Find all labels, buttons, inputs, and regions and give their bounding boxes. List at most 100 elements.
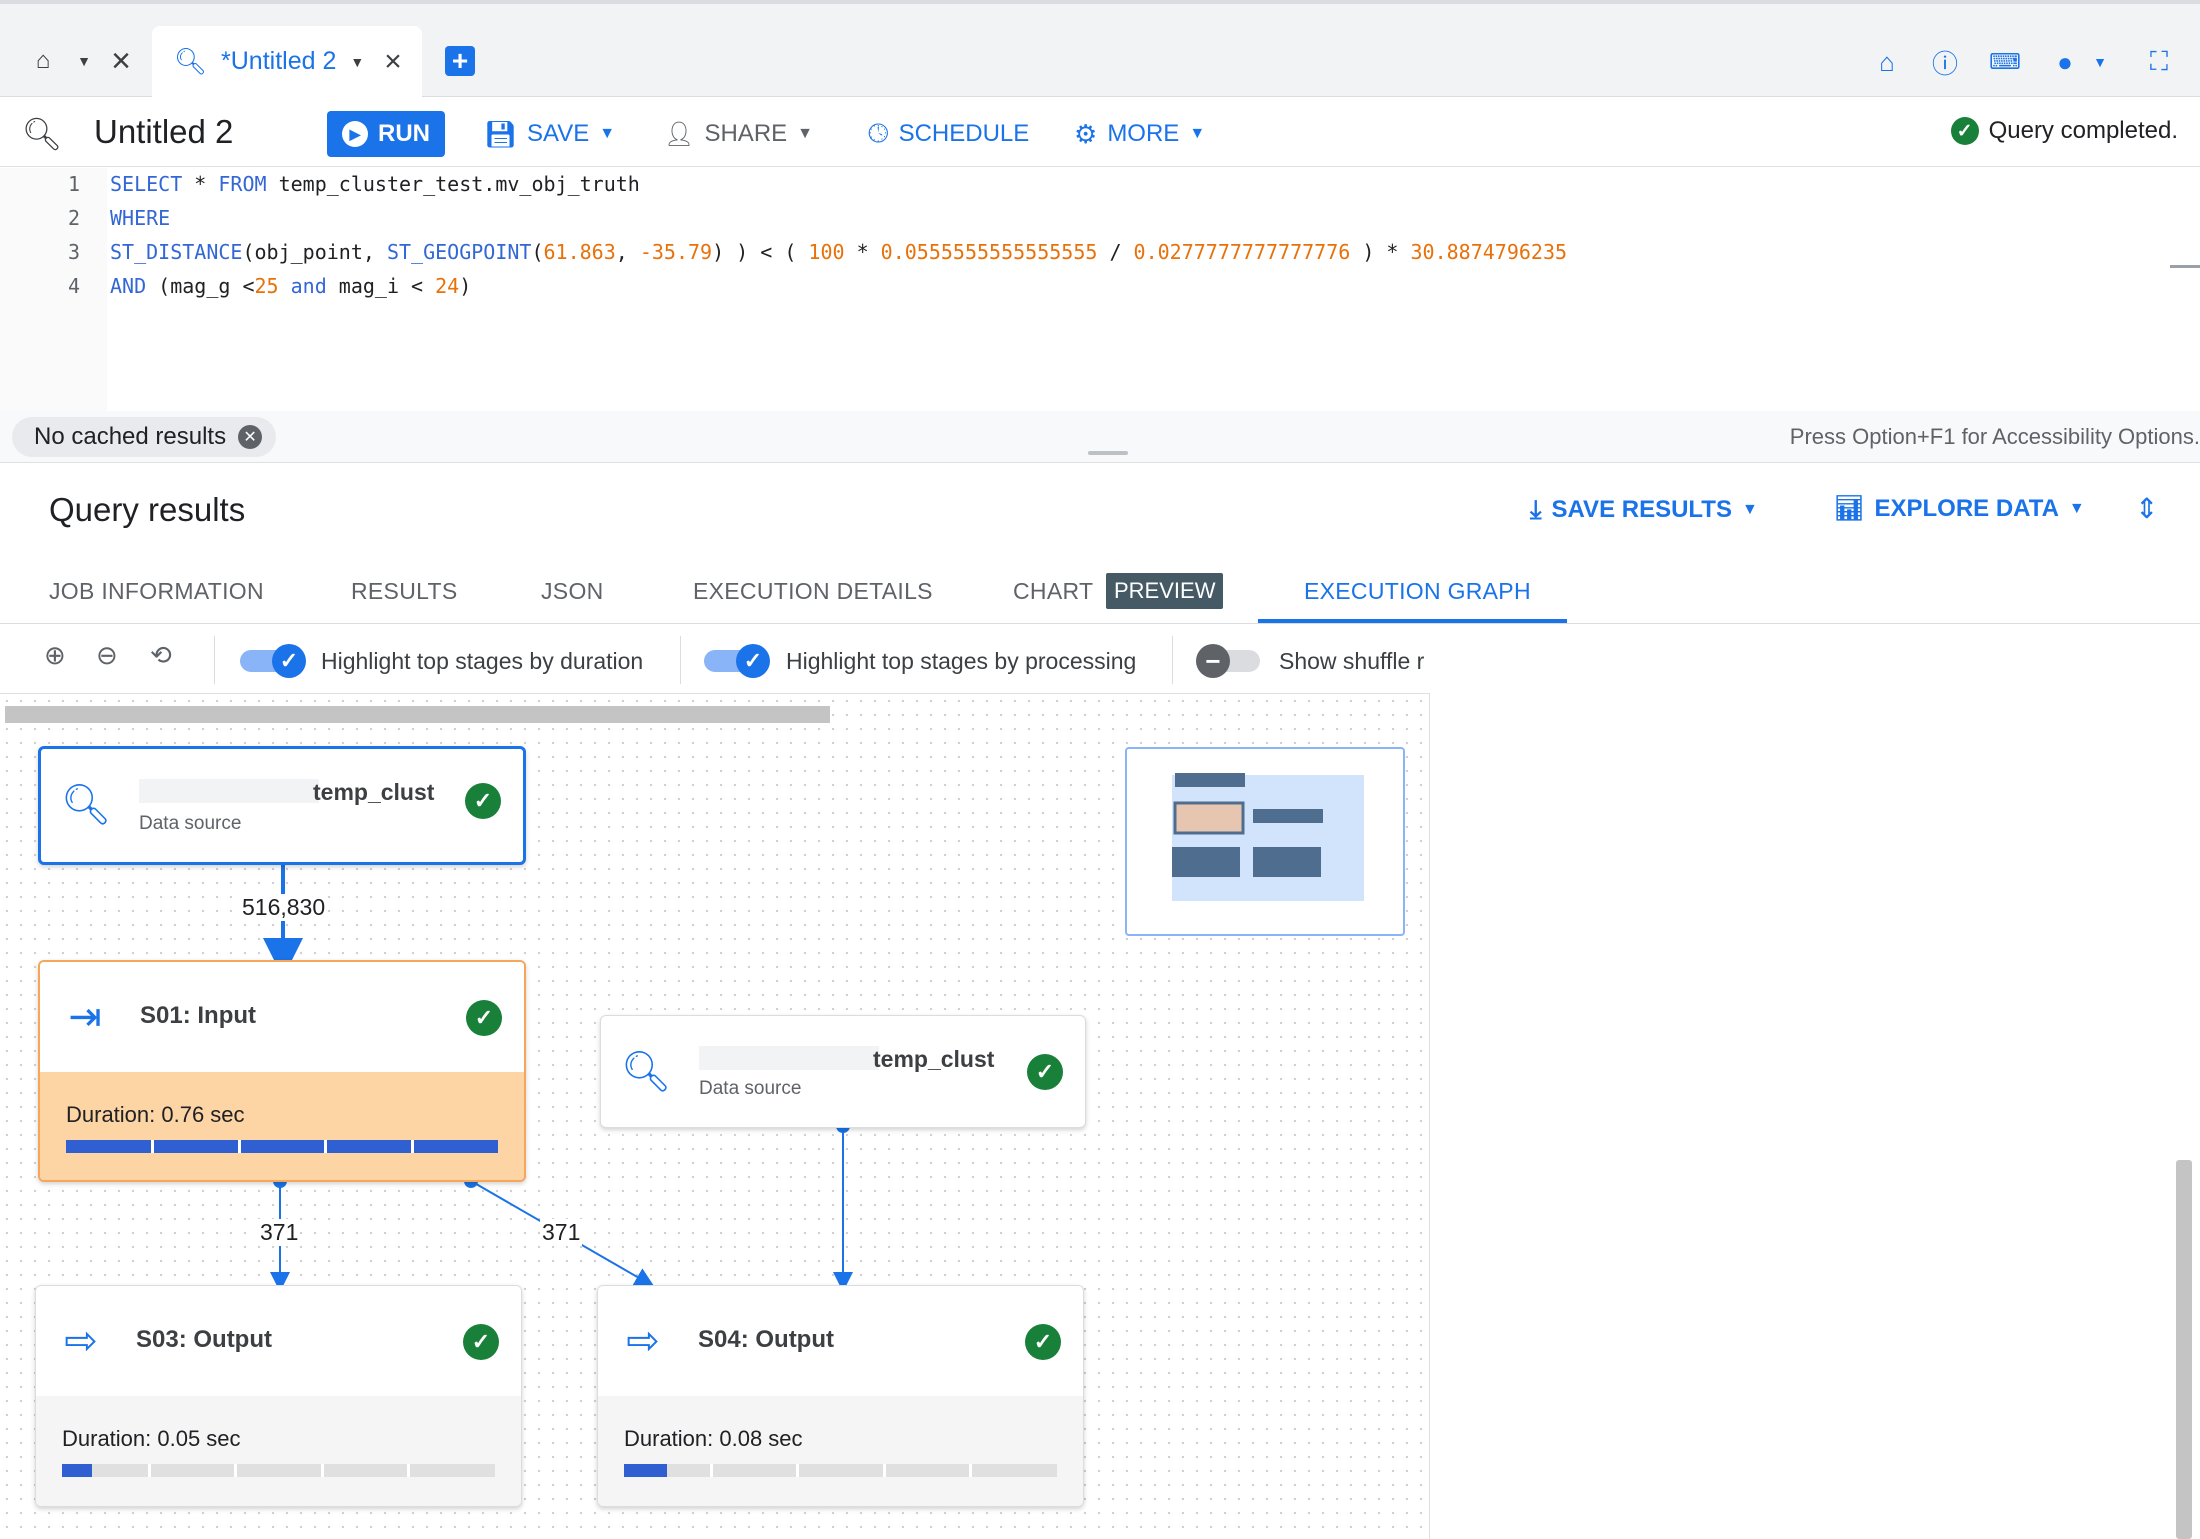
input-icon: ⇥	[68, 995, 102, 1039]
code-line-3[interactable]: ST_DISTANCE(obj_point, ST_GEOGPOINT(61.8…	[110, 240, 1567, 264]
duration-bar-separator	[407, 1464, 411, 1477]
toggle-processing-label: Highlight top stages by processing	[786, 648, 1137, 674]
tab-json[interactable]: JSON	[541, 578, 604, 605]
duration-bar	[66, 1140, 498, 1153]
minimap-node	[1172, 847, 1240, 877]
preview-badge: PREVIEW	[1106, 573, 1224, 609]
minimap-viewport	[1172, 775, 1364, 901]
close-icon[interactable]: ✕	[238, 425, 263, 449]
data-source-name-mask	[139, 779, 319, 803]
clock-icon: 🕓︎	[868, 118, 889, 148]
node-title: S01: Input	[140, 1002, 257, 1029]
details-panel	[1430, 694, 2200, 1539]
check-icon: ✓	[272, 644, 306, 678]
chip-label: No cached results	[34, 423, 227, 450]
fullscreen-icon[interactable]: ⛶	[2142, 45, 2176, 79]
schedule-label: SCHEDULE	[898, 120, 1030, 147]
code-line-2[interactable]: WHERE	[110, 206, 170, 230]
tab-label: *Untitled 2	[221, 47, 337, 75]
check-circle-icon: ✓	[465, 783, 501, 819]
tab-job-information[interactable]: JOB INFORMATION	[49, 578, 264, 605]
chevron-down-icon: ▼	[797, 125, 813, 142]
minimap-node	[1253, 847, 1321, 877]
code-line-4[interactable]: AND (mag_g <25 and mag_i < 24)	[110, 274, 471, 298]
node-header	[36, 1286, 521, 1396]
duration-bar-separator	[234, 1464, 238, 1477]
minimap-node	[1253, 809, 1323, 823]
toggle-processing[interactable]: ✓	[704, 644, 770, 678]
divider	[1172, 636, 1173, 684]
expand-collapse-icon[interactable]: ⇕	[2135, 492, 2158, 525]
cached-results-chip[interactable]: No cached results ✕	[12, 417, 277, 457]
node-data-source-1[interactable]: 🔍︎ temp_clust Data source ✓	[38, 746, 526, 865]
check-circle-icon: ✓	[466, 1000, 502, 1036]
save-button[interactable]: 💾︎ SAVE ▼	[484, 111, 615, 157]
run-label: RUN	[378, 120, 430, 147]
node-s01-input[interactable]: ⇥ S01: Input ✓ Duration: 0.76 sec	[38, 960, 526, 1182]
lightbulb-icon[interactable]: ●	[2048, 45, 2082, 79]
line-number: 4	[67, 274, 80, 298]
line-number: 3	[67, 240, 80, 264]
check-circle-icon: ✓	[1950, 117, 1979, 145]
toggle-duration[interactable]: ✓	[240, 644, 306, 678]
home-icon[interactable]: ⌂	[28, 46, 58, 76]
data-source-subtitle: Data source	[699, 1078, 802, 1099]
results-tab-bar	[0, 557, 2200, 624]
query-status: ✓ Query completed.	[1950, 117, 2178, 145]
check-circle-icon: ✓	[1025, 1324, 1061, 1360]
tab-chart[interactable]: CHART	[1013, 578, 1093, 605]
duration-bar-separator	[796, 1464, 800, 1477]
duration-bar-separator	[882, 1464, 886, 1477]
info-icon[interactable]: ⓘ	[1928, 45, 1962, 79]
vertical-scrollbar[interactable]	[2176, 1160, 2192, 1539]
toggle-shuffle[interactable]: −	[1196, 644, 1262, 678]
status-text: Query completed.	[1988, 117, 2178, 144]
save-results-button[interactable]: ⤓ SAVE RESULTS ▼	[1530, 494, 1758, 526]
home-icon[interactable]: ⌂	[1870, 45, 1904, 79]
new-tab-icon[interactable]: +	[445, 45, 475, 76]
output-icon: ⇨	[626, 1319, 660, 1363]
resize-handle[interactable]	[1088, 451, 1128, 455]
run-button[interactable]: ▶ RUN	[327, 111, 445, 157]
node-footer: Duration: 0.08 sec	[598, 1396, 1083, 1506]
tab-execution-details[interactable]: EXECUTION DETAILS	[693, 578, 933, 605]
node-duration: Duration: 0.05 sec	[62, 1426, 241, 1451]
edge-label-s01-s03: 371	[258, 1219, 301, 1246]
minimap-canvas	[1172, 773, 1364, 901]
keyboard-icon[interactable]: ⌨	[1988, 45, 2022, 79]
close-tab-icon[interactable]: ×	[384, 45, 402, 79]
node-footer: Duration: 0.76 sec	[40, 1072, 524, 1180]
node-s04-output[interactable]: ⇨ S04: Output ✓ Duration: 0.08 sec	[597, 1285, 1084, 1507]
tab-untitled-2[interactable]: 🔍︎ *Untitled 2 ▼ ×	[152, 26, 422, 97]
tab-results[interactable]: RESULTS	[351, 578, 457, 605]
duration-bar	[62, 1464, 495, 1477]
query-title[interactable]: Untitled 2	[94, 113, 233, 151]
graph-minimap[interactable]	[1125, 747, 1405, 936]
divider	[214, 636, 215, 684]
zoom-in-icon[interactable]: ⊕	[44, 640, 66, 671]
chevron-down-icon[interactable]: ▼	[2090, 50, 2110, 74]
explore-data-button[interactable]: 📊︎ EXPLORE DATA ▼	[1834, 494, 2085, 523]
node-data-source-2[interactable]: 🔍︎ temp_clust Data source ✓	[600, 1015, 1086, 1128]
node-duration: Duration: 0.76 sec	[66, 1102, 245, 1127]
zoom-out-icon[interactable]: ⊖	[96, 640, 118, 671]
editor-scroll-marker	[2170, 265, 2200, 268]
close-icon[interactable]: ×	[104, 42, 138, 80]
zoom-reset-icon[interactable]: ⟲	[150, 640, 172, 671]
tab-execution-graph[interactable]: EXECUTION GRAPH	[1304, 578, 1531, 605]
duration-bar-fill	[62, 1464, 93, 1477]
node-s03-output[interactable]: ⇨ S03: Output ✓ Duration: 0.05 sec	[35, 1285, 522, 1507]
share-button[interactable]: 👤︎ SHARE ▼	[664, 111, 813, 157]
line-number: 2	[67, 206, 80, 230]
data-source-name-mask	[699, 1046, 879, 1070]
schedule-button[interactable]: 🕓︎ SCHEDULE	[868, 111, 1029, 157]
code-line-1[interactable]: SELECT * FROM temp_cluster_test.mv_obj_t…	[110, 172, 640, 196]
chevron-down-icon: ▼	[2068, 499, 2085, 517]
chevron-down-icon[interactable]: ▼	[74, 46, 94, 76]
data-source-subtitle: Data source	[139, 813, 242, 834]
chevron-down-icon[interactable]: ▼	[350, 54, 364, 70]
query-icon: 🔍︎	[60, 782, 112, 827]
duration-bar-separator	[320, 1464, 324, 1477]
chevron-down-icon: ▼	[599, 125, 616, 142]
more-button[interactable]: ⚙ MORE ▼	[1074, 111, 1205, 157]
